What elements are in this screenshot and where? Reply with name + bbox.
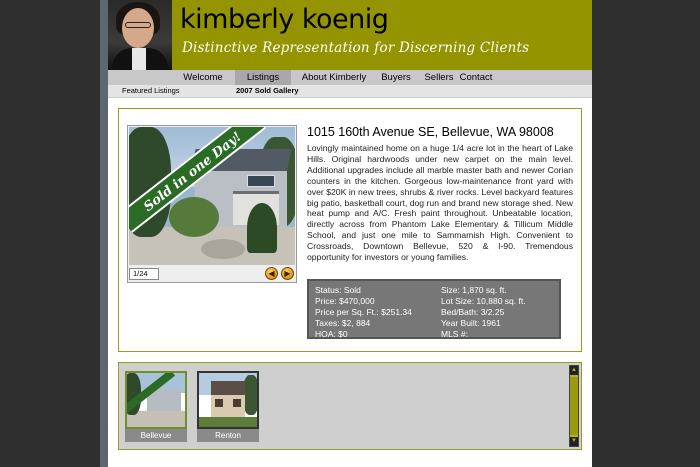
nav-contact[interactable]: Contact xyxy=(458,70,494,85)
subnav-2007-sold-gallery[interactable]: 2007 Sold Gallery xyxy=(236,85,299,97)
photo-counter: 1/24 xyxy=(129,268,159,280)
sub-nav: Featured Listings 2007 Sold Gallery xyxy=(108,85,592,98)
listing-address: 1015 160th Avenue SE, Bellevue, WA 98008 xyxy=(307,125,554,139)
arrow-right-icon[interactable]: ▶ xyxy=(281,267,294,280)
fact-mls: MLS #: xyxy=(441,329,468,339)
fact-status: Status: Sold xyxy=(315,285,361,295)
tagline: Distinctive Representation for Discernin… xyxy=(182,40,530,56)
brand-name[interactable]: kimberly koenig xyxy=(180,4,389,35)
arrow-left-icon[interactable]: ◀ xyxy=(265,267,278,280)
thumbnail-bellevue[interactable] xyxy=(125,371,187,429)
nav-buyers[interactable]: Buyers xyxy=(378,70,414,85)
site-header: kimberly koenig Distinctive Representati… xyxy=(108,0,592,70)
page: kimberly koenig Distinctive Representati… xyxy=(108,0,592,467)
left-edge xyxy=(100,0,108,467)
thumbnail-label[interactable]: Bellevue xyxy=(125,429,187,442)
left-background xyxy=(0,0,100,467)
fact-year-built: Year Built: 1961 xyxy=(441,318,501,328)
fact-price: Price: $470,000 xyxy=(315,296,375,306)
nav-about-kimberly[interactable]: About Kimberly xyxy=(298,70,370,85)
listing-detail: Sold in one Day! 1/24 ◀ ▶ 1015 160th Ave… xyxy=(118,108,582,352)
fact-lot-size: Lot Size: 10,880 sq. ft. xyxy=(441,296,526,306)
scroll-thumb[interactable] xyxy=(570,377,578,435)
property-facts: Status: Sold Price: $470,000 Price per S… xyxy=(307,279,561,339)
photo-viewer: Sold in one Day! 1/24 ◀ ▶ xyxy=(127,125,297,283)
nav-listings[interactable]: Listings xyxy=(235,70,291,85)
nav-welcome[interactable]: Welcome xyxy=(178,70,228,85)
thumbnail-gallery: Bellevue Renton ▲ ▼ xyxy=(118,362,582,450)
gallery-scrollbar[interactable]: ▲ ▼ xyxy=(569,365,579,447)
nav-sellers[interactable]: Sellers xyxy=(422,70,456,85)
fact-bed-bath: Bed/Bath: 3/2.25 xyxy=(441,307,505,317)
fact-size: Size: 1,870 sq. ft. xyxy=(441,285,507,295)
fact-price-per-sqft: Price per Sq. Ft.: $251.34 xyxy=(315,307,412,317)
thumbnail-renton[interactable] xyxy=(197,371,259,429)
subnav-featured-listings[interactable]: Featured Listings xyxy=(122,85,180,97)
listing-photo[interactable]: Sold in one Day! xyxy=(129,127,295,265)
scroll-down-icon[interactable]: ▼ xyxy=(570,437,578,446)
fact-taxes: Taxes: $2, 884 xyxy=(315,318,371,328)
agent-photo xyxy=(108,0,172,70)
main-nav: Welcome Listings About Kimberly Buyers S… xyxy=(108,70,592,85)
thumbnail-label[interactable]: Renton xyxy=(197,429,259,442)
fact-hoa: HOA: $0 xyxy=(315,329,348,339)
right-background xyxy=(592,0,700,467)
listing-description: Lovingly maintained home on a huge 1/4 a… xyxy=(307,143,573,263)
scroll-up-icon[interactable]: ▲ xyxy=(570,366,578,375)
